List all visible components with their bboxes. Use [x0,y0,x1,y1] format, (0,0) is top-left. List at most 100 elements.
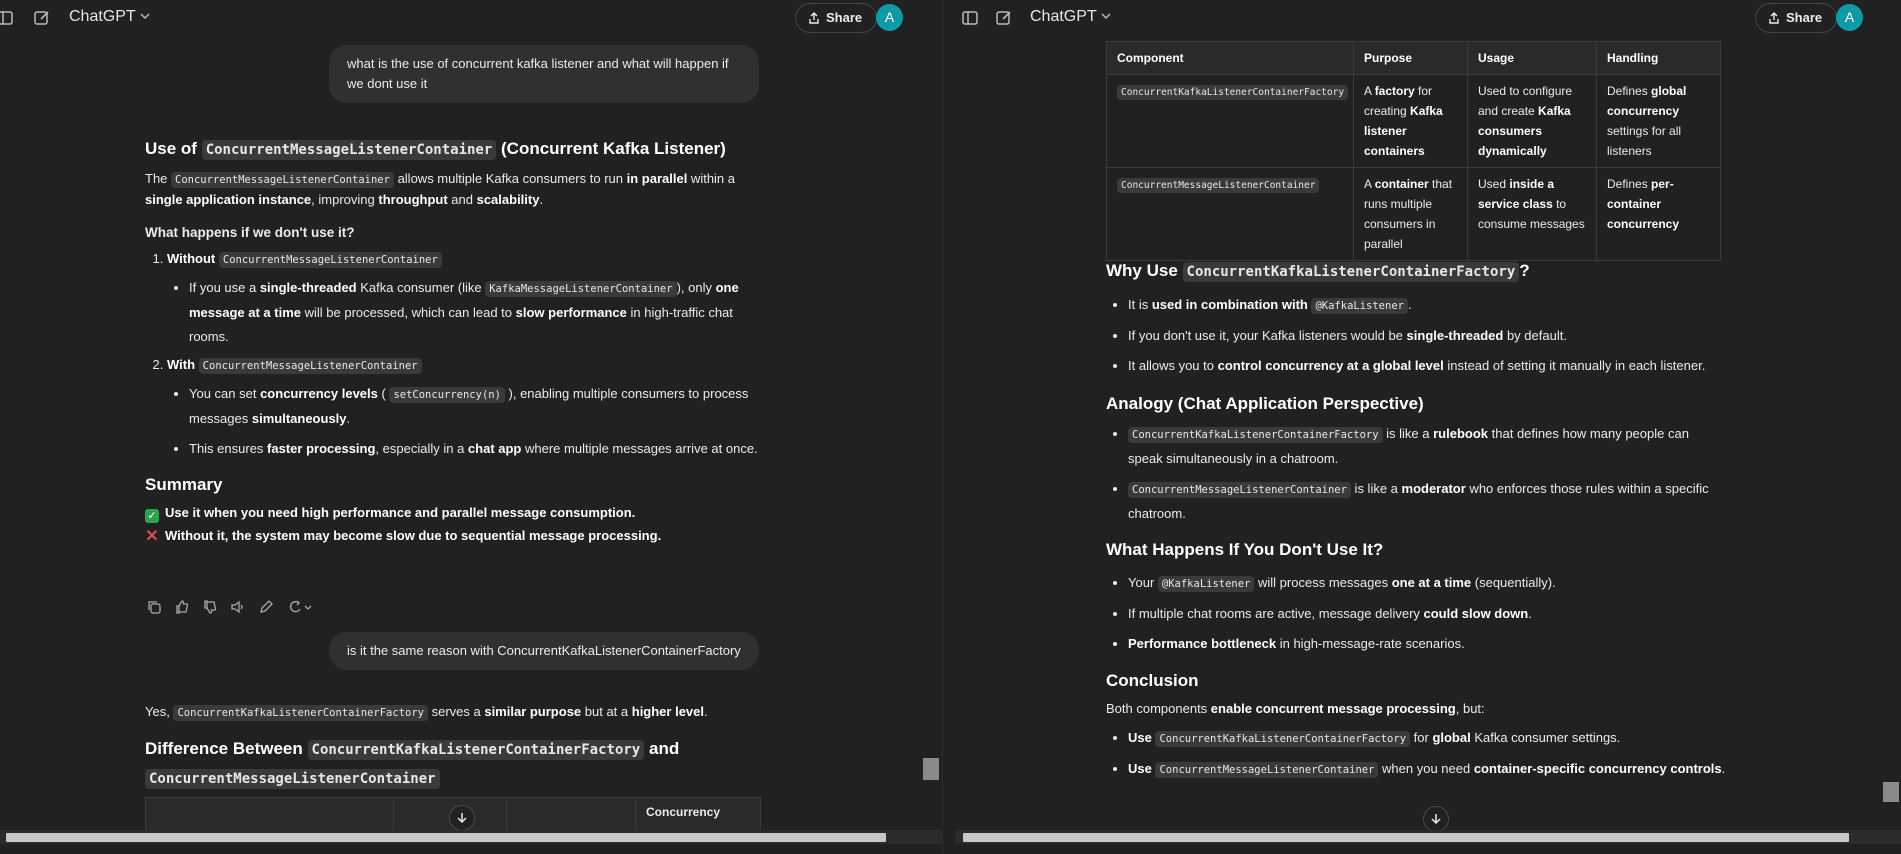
text: Kafka consumer (like [356,280,486,295]
heading-text: Use of [145,139,197,158]
bold-text: throughput [378,192,448,207]
inline-code: ConcurrentKafkaListenerContainerFactory [1128,427,1383,443]
scroll-to-bottom-button[interactable] [1423,806,1449,832]
cross-mark-icon: ✕ [145,528,159,545]
inline-code: @KafkaListener [1311,298,1408,314]
message-actions [146,599,312,615]
bold-text: Use [1128,761,1152,776]
text: serves a [427,704,485,719]
regenerate-icon[interactable] [286,599,312,615]
bold-text: factory [1374,84,1415,98]
text: A [1364,84,1375,98]
inline-code: ConcurrentMessageListenerContainer [1117,178,1320,193]
text: A [1364,177,1375,191]
model-selector-label: ChatGPT [69,8,136,25]
bold-text: simultaneously [251,411,347,426]
text: Defines [1607,84,1652,98]
model-selector[interactable]: ChatGPT [69,8,150,26]
inline-code: ConcurrentMessageListenerContainer [1128,482,1351,498]
summary-line: ✕ Without it, the system may become slow … [145,526,760,547]
bold-text: With [167,357,196,372]
inline-code: ConcurrentMessageListenerContainer [171,172,394,188]
bullet-list: Your @KafkaListener will process message… [1106,568,1726,659]
thumbs-up-icon[interactable] [174,599,190,615]
horizontal-scrollbar-thumb[interactable] [6,833,886,842]
table-cell: Used inside a service class to consume m… [1467,167,1597,261]
share-button[interactable]: Share [1755,3,1838,33]
list-item: It is used in combination with @KafkaLis… [1128,290,1726,321]
text: for [1410,730,1433,745]
bold-text: Without [167,251,216,266]
check-mark-icon: ✓ [145,509,159,523]
heading-text: (Concurrent Kafka Listener) [501,139,726,158]
heading-text: and [648,739,680,758]
read-aloud-icon[interactable] [230,599,246,615]
inline-code: ConcurrentMessageListenerContainer [198,358,422,374]
table-cell: ConcurrentMessageListenerContainer [1106,167,1354,261]
table-row: ConcurrentKafkaListenerContainerFactory … [1106,74,1721,168]
inline-code: @KafkaListener [1157,576,1255,592]
sidebar-toggle-icon[interactable] [0,9,14,27]
share-button[interactable]: Share [795,3,878,33]
horizontal-scrollbar-thumb[interactable] [963,833,1849,842]
text: will process messages [1254,575,1392,590]
table-cell: Defines per-container concurrency [1596,167,1721,261]
table-divider [635,798,636,834]
numbered-list: Without ConcurrentMessageListenerContain… [145,249,760,461]
bold-text: higher level [631,704,704,719]
horizontal-scrollbar[interactable] [955,830,1901,844]
text: instead of setting it manually in each l… [1443,358,1706,373]
bold-text: Without it, the system may become slow d… [165,528,662,543]
text: Defines [1607,177,1652,191]
vertical-scrollbar-thumb[interactable] [1883,782,1899,802]
copy-icon[interactable] [146,599,162,615]
text: but at a [581,704,632,719]
answer-heading: Use of ConcurrentMessageListenerContaine… [145,137,760,162]
text: Both components [1106,701,1211,716]
avatar[interactable]: A [876,4,903,31]
list-item: Performance bottleneck in high-message-r… [1128,629,1726,659]
horizontal-scrollbar[interactable] [0,830,942,844]
bullet-list: ConcurrentKafkaListenerContainerFactory … [1106,422,1726,526]
list-item: It allows you to control concurrency at … [1128,351,1726,381]
scroll-to-bottom-button[interactable] [449,805,475,831]
thumbs-down-icon[interactable] [202,599,218,615]
chevron-down-icon [1101,13,1111,20]
heading-text: ? [1519,261,1530,280]
bullet-list: You can set concurrency levels ( setConc… [167,382,760,461]
inline-code: setConcurrency(n) [389,387,505,403]
text: and [447,192,477,207]
sidebar-toggle-icon[interactable] [961,9,979,27]
bold-text: control concurrency at a global level [1217,358,1444,373]
new-chat-icon[interactable] [995,9,1013,27]
text: Your [1128,575,1158,590]
text: is like a [1382,426,1434,441]
text: . [704,704,708,719]
vertical-scrollbar-thumb[interactable] [923,758,939,780]
model-selector[interactable]: ChatGPT [1030,8,1111,26]
text: The [145,171,172,186]
user-message: is it the same reason with ConcurrentKaf… [329,632,759,670]
bold-text: moderator [1401,481,1466,496]
text: , improving [311,192,379,207]
bold-text: faster processing [267,441,376,456]
text: when you need [1378,761,1474,776]
left-chat-pane: ChatGPT Share A what is the use of concu… [0,0,942,854]
inline-code: ConcurrentMessageListenerContainer [201,140,497,160]
list-item: If you use a single-threaded Kafka consu… [189,276,760,349]
bold-text: enable concurrent message processing [1210,701,1456,716]
heading-text: Why Use [1106,261,1178,280]
list-item: Your @KafkaListener will process message… [1128,568,1726,599]
list-item: Without ConcurrentMessageListenerContain… [167,249,760,349]
text: Yes, [145,704,174,719]
why-heading: Why Use ConcurrentKafkaListenerContainer… [1106,259,1726,284]
text: where multiple messages arrive at once. [521,441,758,456]
new-chat-icon[interactable] [33,9,51,27]
text: If multiple chat rooms are active, messa… [1128,606,1424,621]
avatar[interactable]: A [1836,4,1863,31]
table-header-cell: Component [1106,41,1354,75]
edit-canvas-icon[interactable] [258,599,274,615]
bullet-list: Use ConcurrentKafkaListenerContainerFact… [1106,723,1726,782]
table-cell: Defines global concurrency settings for … [1596,74,1721,168]
text: within a [687,171,736,186]
